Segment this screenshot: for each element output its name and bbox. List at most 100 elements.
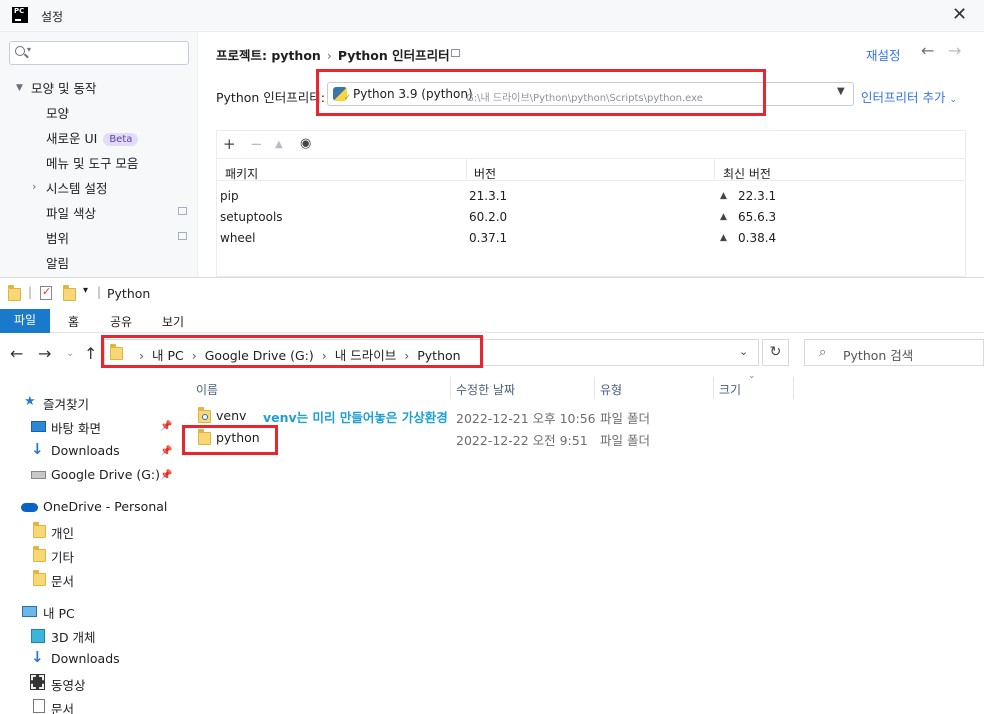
column-header-size[interactable]: 크기 <box>719 381 741 398</box>
star-icon: ★ <box>24 394 36 409</box>
ribbon-tabs: 파일 홈 공유 보기 <box>0 309 984 333</box>
search-input[interactable]: ⌕ Python 검색 <box>804 339 984 366</box>
video-icon <box>30 674 45 690</box>
package-name[interactable]: setuptools <box>220 210 283 224</box>
add-interpreter-link[interactable]: 인터프리터 추가 ⌄ <box>861 87 957 106</box>
package-latest-version: 0.38.4 <box>738 231 777 245</box>
forward-arrow-icon[interactable]: → <box>38 344 51 363</box>
up-arrow-icon[interactable]: ↑ <box>84 344 97 363</box>
quick-access-toolbar: | ✓ ▾ | Python <box>0 278 984 308</box>
highlight-box-python-folder <box>182 425 278 455</box>
upgrade-package-icon[interactable]: ▲ <box>275 139 283 150</box>
breadcrumb: 프로젝트: python › Python 인터프리터 <box>216 45 450 64</box>
breadcrumb-project[interactable]: 프로젝트: python <box>216 48 321 63</box>
chevron-down-icon[interactable]: ⌄ <box>739 345 748 358</box>
back-arrow-icon[interactable]: ← <box>921 41 934 60</box>
properties-icon[interactable]: ✓ <box>40 285 52 300</box>
toolbar-divider: | <box>28 285 33 299</box>
sidebar-item-scopes[interactable]: 범위 <box>46 228 69 247</box>
beta-badge: Beta <box>103 133 139 146</box>
nav-item-google-drive[interactable]: Google Drive (G:) <box>51 467 160 482</box>
sidebar-item-label: 새로운 UI <box>46 131 98 146</box>
file-name-venv[interactable]: venv <box>216 408 246 423</box>
tab-view[interactable]: 보기 <box>162 313 184 330</box>
nav-item-pc-downloads[interactable]: Downloads <box>51 651 120 666</box>
tab-file[interactable]: 파일 <box>0 309 50 333</box>
package-version: 21.3.1 <box>469 189 508 203</box>
project-scope-icon <box>178 207 187 215</box>
nav-item-videos[interactable]: 동영상 <box>51 675 86 694</box>
search-icon: ⌕ <box>819 345 827 360</box>
upgrade-available-icon: ▲ <box>720 212 727 222</box>
nav-item-pc-documents[interactable]: 문서 <box>51 699 74 714</box>
pin-icon[interactable]: 📌 <box>160 446 172 457</box>
add-package-icon[interactable]: + <box>223 135 236 153</box>
search-icon <box>15 46 25 56</box>
pycharm-logo-icon: PC <box>12 7 28 23</box>
column-header-name[interactable]: 이름 <box>196 381 218 398</box>
packages-toolbar: + − ▲ ◉ <box>217 131 965 159</box>
forward-arrow-icon[interactable]: → <box>948 41 961 60</box>
settings-window-title: 설정 <box>41 10 64 24</box>
nav-item-onedrive-personal[interactable]: 개인 <box>51 523 74 542</box>
add-interpreter-label: 인터프리터 추가 <box>861 90 946 105</box>
nav-onedrive[interactable]: OneDrive - Personal <box>43 499 167 514</box>
chevron-right-icon[interactable]: › <box>32 180 36 193</box>
column-header-modified[interactable]: 수정한 날짜 <box>456 381 515 398</box>
sidebar-item-appearance[interactable]: 모양 <box>46 103 69 122</box>
nav-quick-access[interactable]: 즐겨찾기 <box>43 394 89 413</box>
upgrade-available-icon: ▲ <box>720 233 727 243</box>
nav-item-3d-objects[interactable]: 3D 개체 <box>51 627 96 646</box>
refresh-button[interactable]: ↻ <box>762 339 789 366</box>
download-icon: ↓ <box>31 440 44 458</box>
sidebar-item-system-settings[interactable]: 시스템 설정 <box>46 178 107 197</box>
package-version: 60.2.0 <box>469 210 508 224</box>
eye-icon[interactable]: ◉ <box>300 136 311 151</box>
document-icon <box>33 699 45 713</box>
pin-icon[interactable]: 📌 <box>160 470 172 481</box>
close-icon[interactable]: ✕ <box>952 4 967 25</box>
sidebar-item-menus-toolbars[interactable]: 메뉴 및 도구 모음 <box>46 153 138 172</box>
nav-item-downloads[interactable]: Downloads <box>51 443 120 458</box>
package-name[interactable]: pip <box>220 189 239 203</box>
customize-toolbar-icon[interactable]: ▾ <box>83 285 88 296</box>
chevron-down-icon: ⌄ <box>949 95 958 105</box>
nav-item-onedrive-other[interactable]: 기타 <box>51 547 74 566</box>
sidebar-item-notifications[interactable]: 알림 <box>46 253 69 272</box>
file-type: 파일 폴더 <box>600 433 650 448</box>
package-name[interactable]: wheel <box>220 231 256 245</box>
sidebar-item-appearance-behavior[interactable]: 모양 및 동작 <box>31 78 96 97</box>
remove-package-icon[interactable]: − <box>250 135 263 153</box>
chevron-down-icon[interactable]: ▼ <box>16 83 23 93</box>
onedrive-cloud-icon <box>21 503 38 512</box>
folder-icon <box>8 285 21 301</box>
chevron-down-icon[interactable]: ▼ <box>837 86 845 97</box>
breadcrumb-page: Python 인터프리터 <box>337 48 450 63</box>
annotation-venv-note: venv는 미리 만들어놓은 가상환경 <box>263 410 448 425</box>
recent-locations-icon[interactable]: ⌄ <box>66 348 74 359</box>
new-folder-icon[interactable] <box>63 285 76 301</box>
tab-share[interactable]: 공유 <box>110 313 132 330</box>
back-arrow-icon[interactable]: ← <box>10 344 23 363</box>
folder-icon <box>33 570 46 586</box>
refresh-icon: ↻ <box>769 344 782 360</box>
project-scope-icon <box>178 232 187 240</box>
reset-link[interactable]: 재설정 <box>866 45 901 64</box>
computer-icon <box>22 606 37 617</box>
sidebar-item-new-ui[interactable]: 새로운 UI Beta <box>46 128 139 147</box>
toolbar-divider: | <box>97 285 102 299</box>
packages-table: + − ▲ ◉ 패키지 버전 최신 버전 pip 21.3.1 ▲ 22.3.1… <box>216 130 966 277</box>
nav-this-pc[interactable]: 내 PC <box>43 603 75 622</box>
nav-item-desktop[interactable]: 바탕 화면 <box>51 418 101 437</box>
pin-icon[interactable]: 📌 <box>160 421 172 432</box>
column-header-type[interactable]: 유형 <box>600 381 622 398</box>
settings-search-input[interactable]: ▾ <box>9 41 189 65</box>
navigation-pane: ★ 즐겨찾기 바탕 화면 📌 ↓ Downloads 📌 Google Driv… <box>0 377 178 714</box>
sidebar-item-file-colors[interactable]: 파일 색상 <box>46 203 96 222</box>
tab-home[interactable]: 홈 <box>68 313 79 330</box>
sync-status-icon <box>202 414 208 420</box>
search-dropdown-icon[interactable]: ▾ <box>27 45 31 54</box>
folder-icon <box>33 522 46 538</box>
upgrade-available-icon: ▲ <box>720 191 727 201</box>
nav-item-onedrive-documents[interactable]: 문서 <box>51 571 74 590</box>
